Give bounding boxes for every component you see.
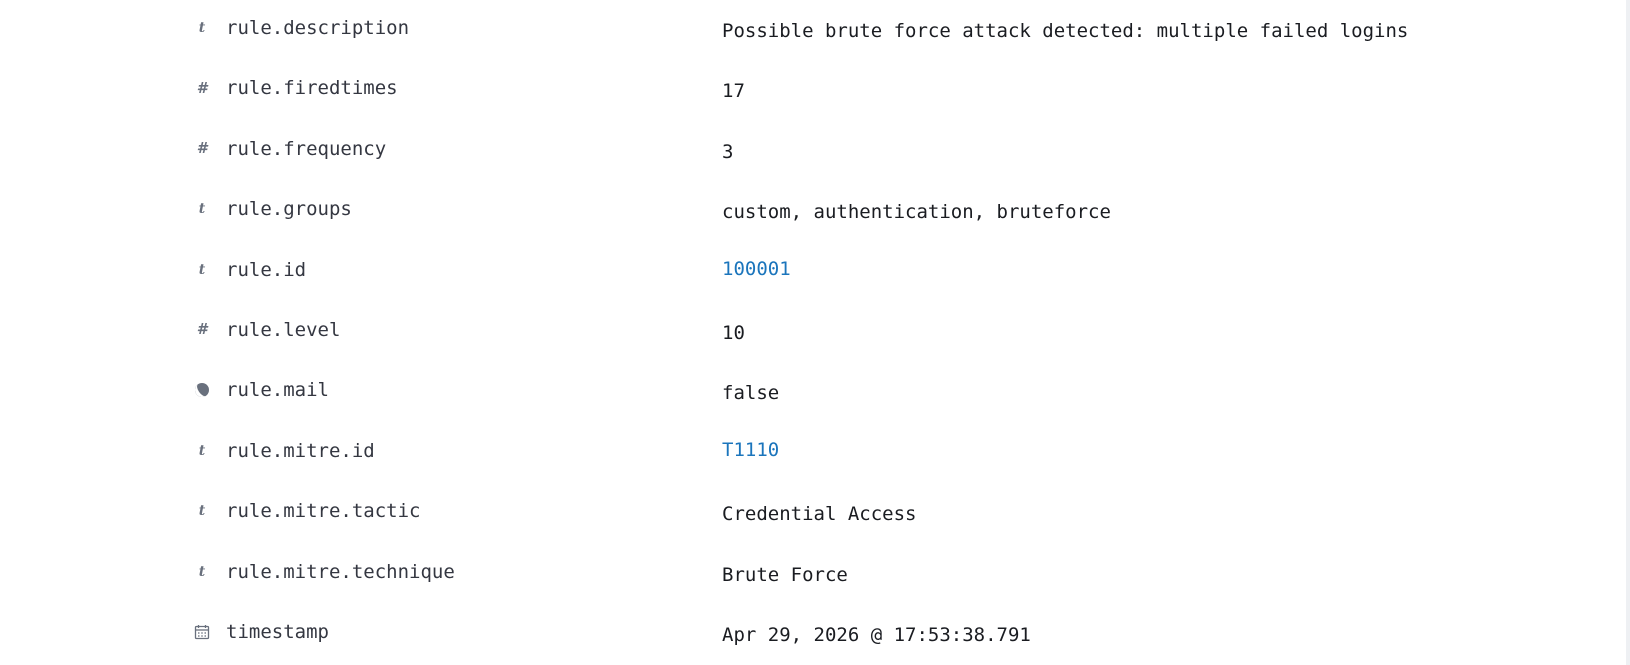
text-type-icon: t [198, 563, 206, 580]
field-name: rule.groups [226, 198, 352, 221]
field-row: rule.mail false [0, 362, 1630, 422]
field-value: 10 [722, 321, 745, 344]
field-row: # rule.frequency 3 [0, 121, 1630, 181]
field-name: rule.mitre.id [226, 439, 375, 462]
text-type-icon: t [198, 201, 206, 218]
field-name: rule.mitre.technique [226, 560, 455, 583]
field-name: rule.firedtimes [226, 77, 398, 100]
date-type-icon [193, 623, 211, 641]
field-row: t rule.id 100001 [0, 242, 1630, 302]
field-row: t rule.groups custom, authentication, br… [0, 181, 1630, 241]
field-value: Apr 29, 2026 @ 17:53:38.791 [722, 623, 1031, 646]
field-value: Brute Force [722, 563, 848, 586]
field-name: rule.description [226, 17, 410, 39]
field-value: Possible brute force attack detected: mu… [722, 20, 1409, 42]
field-name: timestamp [226, 620, 329, 643]
field-row: t rule.mitre.id T1110 [0, 423, 1630, 483]
field-value: 17 [722, 80, 745, 103]
field-row: t rule.mitre.technique Brute Force [0, 544, 1630, 604]
field-row: # rule.level 10 [0, 302, 1630, 362]
field-row: # rule.firedtimes 17 [0, 60, 1630, 120]
number-type-icon: # [196, 320, 208, 339]
scrollbar[interactable] [1626, 0, 1630, 665]
text-type-icon: t [198, 261, 206, 278]
document-fields-table: t rule.description Possible brute force … [0, 0, 1630, 664]
field-value: custom, authentication, bruteforce [722, 201, 1111, 224]
text-type-icon: t [198, 20, 206, 36]
field-row: t rule.description Possible brute force … [0, 0, 1630, 60]
field-name: rule.level [226, 318, 341, 341]
mitre-id-link[interactable]: T1110 [722, 438, 779, 462]
field-name: rule.mitre.tactic [226, 500, 421, 523]
field-row: t rule.mitre.tactic Credential Access [0, 483, 1630, 543]
field-name: rule.mail [226, 379, 329, 402]
field-name: rule.id [226, 258, 307, 281]
field-value: false [722, 382, 780, 405]
field-row: timestamp Apr 29, 2026 @ 17:53:38.791 [0, 604, 1630, 664]
text-type-icon: t [198, 442, 206, 459]
field-name: rule.frequency [226, 137, 387, 160]
field-value: 3 [722, 140, 734, 163]
text-type-icon: t [198, 503, 206, 520]
field-value: Credential Access [722, 503, 917, 526]
number-type-icon: # [196, 78, 208, 97]
boolean-type-icon [193, 381, 211, 399]
number-type-icon: # [196, 139, 208, 158]
rule-id-link[interactable]: 100001 [722, 257, 791, 281]
